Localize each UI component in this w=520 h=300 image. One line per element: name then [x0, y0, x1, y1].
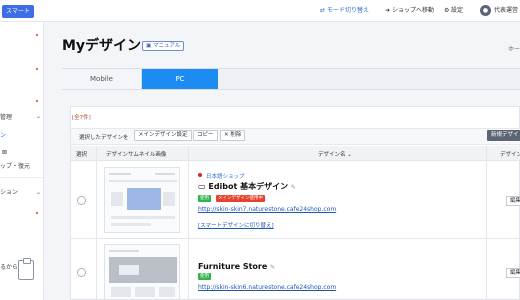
sort-icon: ⌄ — [347, 152, 352, 158]
settings-link[interactable]: ⚙ 設定 — [444, 6, 463, 16]
sidebar-marker — [36, 68, 38, 70]
user-avatar-icon[interactable]: ● — [480, 5, 491, 16]
column-select: 選択 — [76, 152, 88, 158]
sidebar-marker — [36, 212, 38, 214]
gear-icon: ⚙ — [444, 7, 450, 14]
sidebar-marker — [36, 34, 38, 36]
column-divider — [486, 146, 487, 300]
delete-button[interactable]: ✕ 削除 — [220, 130, 246, 141]
mode-switch-label: モード切り替え — [327, 7, 370, 14]
edit-pencil-icon[interactable]: ✎ — [270, 264, 275, 271]
design-name[interactable]: Furniture Store ✎ — [198, 262, 275, 273]
row-divider — [71, 238, 520, 239]
sidebar-item-option[interactable]: ション — [0, 189, 18, 197]
mode-switch-icon: ⇄ — [320, 7, 326, 14]
flag-icon — [198, 173, 202, 177]
manual-label: マニュアル — [152, 43, 181, 49]
tab-pc[interactable]: PC — [142, 69, 218, 89]
design-thumbnail — [104, 167, 180, 233]
status-badge-using: 使用 — [198, 195, 211, 202]
sidebar-divider — [0, 177, 43, 178]
main-design-button[interactable]: メインデザイン設定 — [134, 130, 192, 141]
manual-badge[interactable]: ▣ マニュアル — [142, 41, 185, 51]
selected-action-label: 選択したデザインを — [79, 135, 129, 141]
sidebar-promo-text: るから — [0, 264, 19, 271]
count-suffix: 件] — [83, 115, 91, 121]
design-name-text: Furniture Store — [198, 262, 268, 271]
shop-move-label: ショップへ移動 — [392, 7, 435, 14]
edit-pencil-icon[interactable]: ✎ — [291, 184, 296, 191]
page-title: Myデザイン — [62, 38, 142, 54]
settings-label: 設定 — [451, 7, 464, 14]
mode-switch-link[interactable]: ⇄ モード切り替え — [320, 6, 369, 16]
sidebar-item-management[interactable]: 管理 — [0, 114, 12, 122]
design-count: [全7件] — [72, 113, 91, 121]
edit-button[interactable]: 編集 — [506, 196, 520, 206]
top-bar: スマート ⇄ モード切り替え ➜ ショップへ移動 ⚙ 設定 ● 代表運営 — [0, 0, 520, 22]
monitor-icon: ▭ — [198, 182, 206, 191]
chevron-down-icon: ⌄ — [36, 189, 42, 196]
sidebar: 管理 ⌄ ン ⊠ ップ・復元 ション ⌄ るから — [0, 22, 44, 300]
device-tabs: Mobile PC — [62, 68, 520, 90]
design-url-link[interactable]: http://skin-skin7.naturestone.cafe24shop… — [198, 206, 336, 213]
edit-button[interactable]: 編集 — [506, 268, 520, 278]
column-design-name[interactable]: デザイン名 ⌄ — [318, 150, 352, 158]
sidebar-item-design[interactable]: ン — [0, 132, 6, 140]
design-name-text: Edibot 基本デザイン — [208, 182, 289, 191]
smart-design-switch-link[interactable]: [スマートデザインに切り替え] — [198, 221, 274, 229]
shop-move-link[interactable]: ➜ ショップへ移動 — [385, 6, 434, 16]
brand-logo[interactable]: スマート — [2, 5, 34, 18]
column-extra: デザイン — [500, 152, 520, 158]
clipboard-icon — [18, 258, 34, 280]
new-design-button[interactable]: 新規デザイ — [487, 130, 520, 141]
status-badge-using: 使用 — [198, 273, 211, 280]
tab-mobile[interactable]: Mobile — [62, 69, 142, 89]
column-design-name-label: デザイン名 — [318, 152, 346, 158]
sidebar-marker — [36, 100, 38, 102]
column-divider — [96, 146, 97, 300]
count-prefix: [全 — [72, 115, 80, 121]
sidebar-item-sub[interactable]: ⊠ — [2, 149, 7, 157]
sidebar-item-backup[interactable]: ップ・復元 — [0, 163, 30, 171]
status-badge-main: メインデザイン使用中 — [216, 195, 265, 202]
arrow-right-icon: ➜ — [385, 7, 391, 14]
shop-language-tag: 日本語ショップ — [206, 174, 245, 180]
user-name[interactable]: 代表運営 — [494, 6, 518, 16]
row-select-radio[interactable] — [77, 196, 86, 205]
row-select-radio[interactable] — [77, 268, 86, 277]
design-name[interactable]: ▭ Edibot 基本デザイン ✎ — [198, 182, 296, 193]
copy-button[interactable]: コピー — [193, 130, 218, 141]
breadcrumb[interactable]: ホー — [508, 44, 520, 53]
design-url-link[interactable]: http://skin-skin6.naturestone.cafe24shop… — [198, 284, 336, 291]
column-thumbnail: デザインサムネイル画像 — [106, 152, 167, 158]
column-divider — [188, 146, 189, 300]
chevron-down-icon: ⌄ — [36, 113, 42, 120]
design-thumbnail — [104, 244, 180, 300]
